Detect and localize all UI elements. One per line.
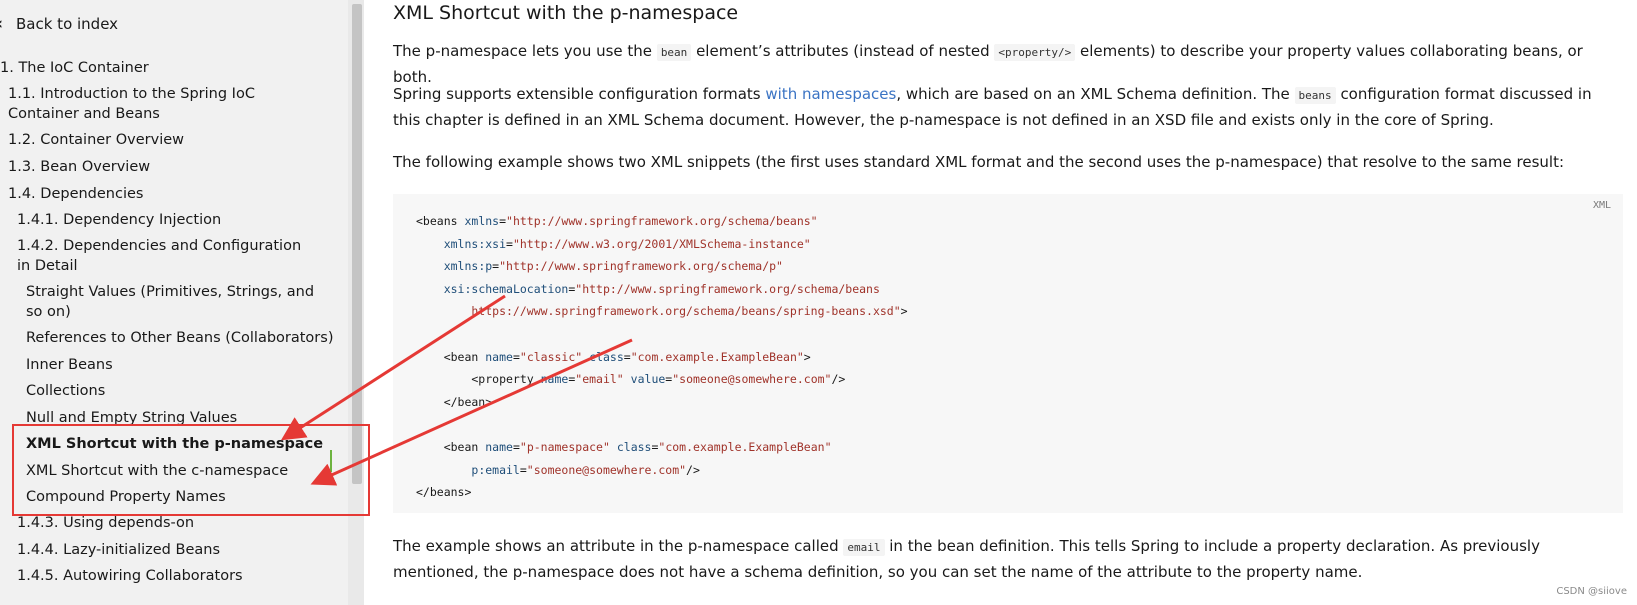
text-span: The p-namespace lets you use the (393, 42, 657, 60)
main-content: XML Shortcut with the p-namespace The p-… (393, 0, 1623, 605)
inline-code-bean: bean (656, 44, 692, 61)
watermark: CSDN @siiove (1556, 586, 1627, 597)
text-span: The example shows an attribute in the p-… (393, 537, 844, 555)
code-line: https://www.springframework.org/schema/b… (416, 304, 908, 319)
with-namespaces-link[interactable]: with namespaces (765, 85, 896, 103)
code-line: <bean name="classic" class="com.example.… (416, 349, 811, 364)
toc-item-straight-values[interactable]: Straight Values (Primitives, Strings, an… (26, 282, 326, 322)
annotation-highlight-box (12, 424, 370, 516)
text-span: element’s attributes (instead of nested (691, 42, 995, 60)
code-line: p:email="someone@somewhere.com"/> (471, 462, 700, 477)
toc-item-references-other-beans[interactable]: References to Other Beans (Collaborators… (26, 328, 336, 348)
code-line: <beans xmlns="http://www.springframework… (416, 214, 818, 228)
code-line: xmlns:xsi="http://www.w3.org/2001/XMLSch… (443, 236, 811, 251)
toc-item-dependencies-configuration[interactable]: 1.4.2. Dependencies and Configuration in… (17, 236, 317, 276)
inline-code-beans: beans (1294, 87, 1336, 104)
code-line: <bean name="p-namespace" class="com.exam… (416, 439, 832, 454)
toc-item-inner-beans[interactable]: Inner Beans (26, 355, 326, 375)
text-span: Spring supports extensible configuration… (393, 85, 766, 103)
toc-item-bean-overview[interactable]: 1.3. Bean Overview (8, 157, 328, 177)
code-line: </beans> (416, 485, 472, 500)
toc-item-autowiring[interactable]: 1.4.5. Autowiring Collaborators (17, 566, 327, 586)
section-title: XML Shortcut with the p-namespace (393, 2, 739, 24)
back-to-index-label: Back to index (16, 15, 119, 33)
inline-code-email: email (843, 539, 885, 556)
inline-code-property: <property/> (994, 44, 1076, 61)
code-line: xmlns:p="http://www.springframework.org/… (443, 259, 783, 274)
code-listing: <beans xmlns="http://www.springframework… (416, 210, 908, 504)
toc-item-depends-on[interactable]: 1.4.3. Using depends-on (17, 513, 327, 533)
code-line: <property name="email" value="someone@so… (416, 372, 846, 387)
toc-item-dependency-injection[interactable]: 1.4.1. Dependency Injection (17, 210, 327, 230)
toc-item-ioc-container[interactable]: 1. The IoC Container (0, 58, 330, 78)
toc-item-lazy-initialized[interactable]: 1.4.4. Lazy-initialized Beans (17, 540, 327, 560)
toc-item-collections[interactable]: Collections (26, 381, 326, 401)
chevron-left-icon: ‹ (0, 14, 10, 34)
sidebar-scrollbar-thumb[interactable] (352, 4, 362, 484)
toc-item-dependencies[interactable]: 1.4. Dependencies (8, 184, 328, 204)
toc-item-container-overview[interactable]: 1.2. Container Overview (8, 130, 328, 150)
code-language-label: XML (1592, 200, 1611, 211)
paragraph-example-intro: The following example shows two XML snip… (393, 153, 1565, 171)
code-block: XML <beans xmlns="http://www.springframe… (393, 194, 1623, 513)
code-line: </bean> (416, 394, 493, 409)
paragraph-namespaces: Spring supports extensible configuration… (393, 82, 1615, 132)
toc-item-introduction[interactable]: 1.1. Introduction to the Spring IoC Cont… (8, 84, 318, 124)
back-to-index-link[interactable]: ‹ Back to index (0, 12, 118, 36)
paragraph-explanation: The example shows an attribute in the p-… (393, 534, 1615, 584)
text-span: , which are based on an XML Schema defin… (896, 85, 1295, 103)
code-line: xsi:schemaLocation="http://www.springfra… (443, 281, 880, 296)
